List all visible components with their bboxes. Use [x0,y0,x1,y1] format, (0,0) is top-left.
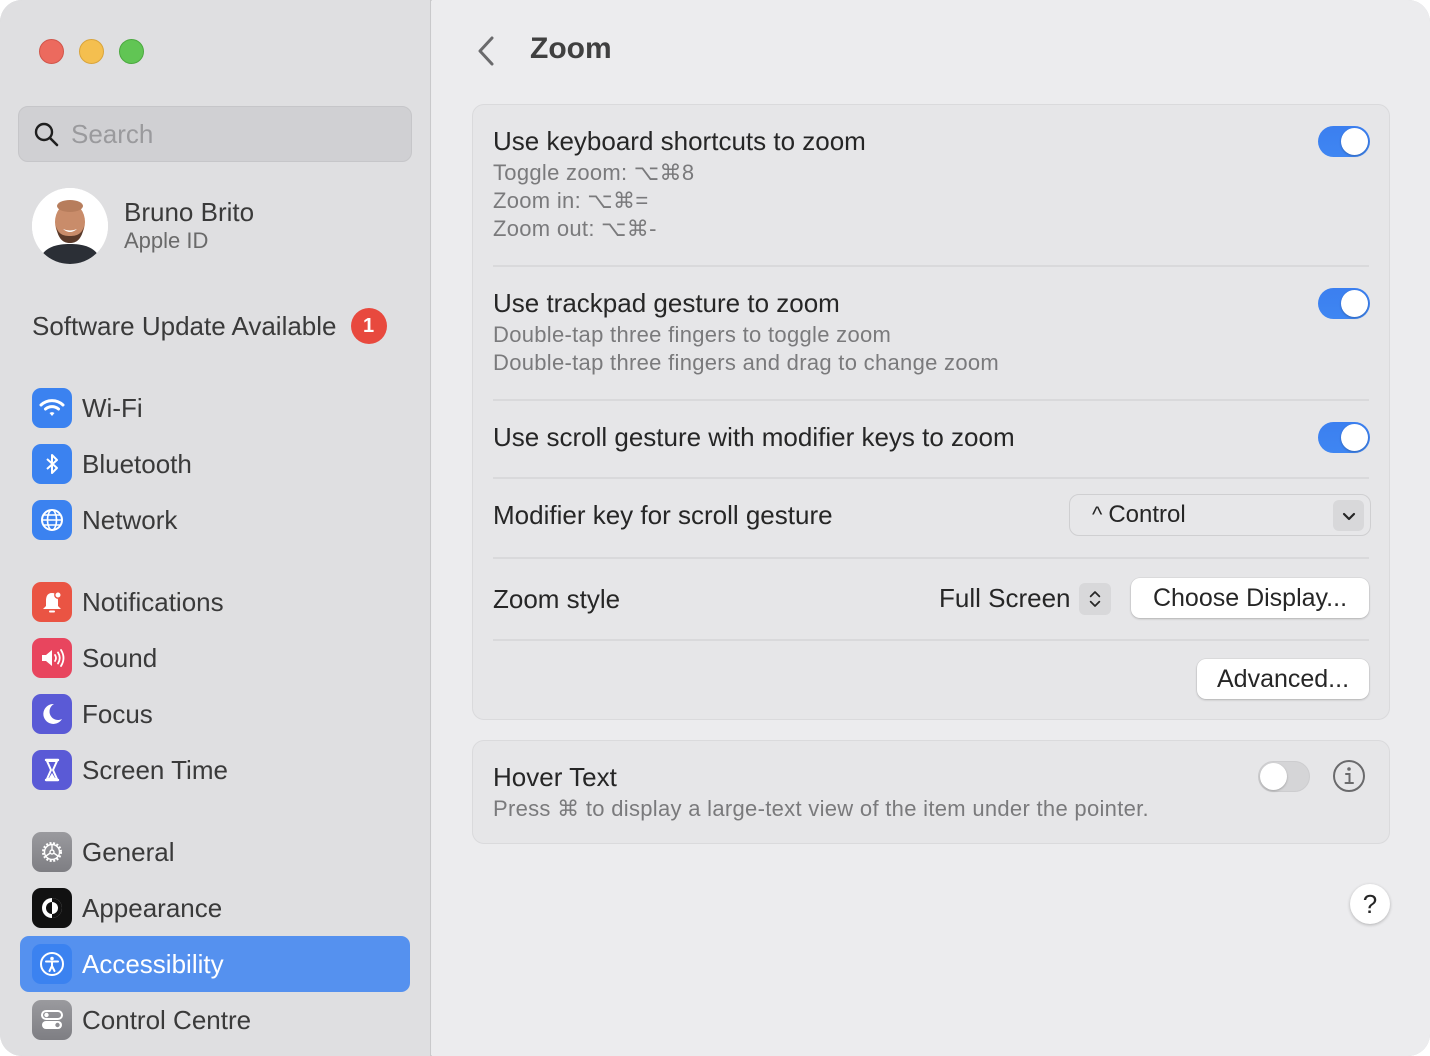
sidebar-search[interactable] [18,106,412,162]
software-update-label: Software Update Available [32,310,337,341]
gear-icon [32,832,72,872]
close-window-button[interactable] [39,39,64,64]
speaker-icon [32,638,72,678]
scroll-gesture-row: Use scroll gesture with modifier keys to… [493,421,1369,453]
search-icon [34,122,59,147]
sidebar-item-label: Notifications [82,586,224,617]
sidebar-item-sound[interactable]: Sound [20,630,410,686]
sidebar-item-accessibility[interactable]: Accessibility [20,936,410,992]
main-panel: Zoom Use keyboard shortcuts to zoom Togg… [432,0,1430,1056]
moon-icon [32,694,72,734]
appearance-icon [32,888,72,928]
control-centre-icon [32,1000,72,1040]
bluetooth-icon [32,444,72,484]
back-chevron-icon[interactable] [472,32,502,70]
trackpad-toggle-hint: Double-tap three fingers to toggle zoom [493,322,892,347]
sidebar-item-label: Accessibility [82,948,224,979]
modifier-key-popup[interactable]: ^ Control [1069,494,1371,536]
zoom-out-shortcut: Zoom out: ⌥⌘- [493,216,657,241]
sidebar-item-label: Wi-Fi [82,392,143,423]
trackpad-gesture-title: Use trackpad gesture to zoom [493,288,840,318]
sidebar-item-label: General [82,836,175,867]
up-down-chevron-icon [1089,591,1101,607]
hover-text-title: Hover Text [493,762,617,792]
sidebar-item-label: Screen Time [82,754,228,785]
sidebar-item-notifications[interactable]: Notifications [20,574,410,630]
hover-text-description: Press ⌘ to display a large-text view of … [493,796,1149,821]
avatar [32,188,108,264]
divider [493,477,1369,479]
trackpad-gesture-row: Use trackpad gesture to zoom Double-tap … [493,287,1369,377]
sidebar-item-control-centre[interactable]: Control Centre [20,992,410,1048]
system-settings-window: Bruno Brito Apple ID Software Update Ava… [0,0,1430,1056]
hourglass-icon [32,750,72,790]
sidebar-item-general[interactable]: General [20,824,410,880]
sidebar-item-label: Appearance [82,892,223,923]
sidebar-item-focus[interactable]: Focus [20,686,410,742]
wifi-icon [32,388,72,428]
hover-text-toggle[interactable] [1258,761,1310,792]
apple-id-profile[interactable]: Bruno Brito Apple ID [32,188,254,264]
search-input[interactable] [71,118,391,150]
update-count-badge: 1 [350,308,387,344]
info-icon[interactable] [1332,759,1366,793]
zoom-style-value[interactable]: Full Screen [939,583,1071,614]
divider [493,639,1369,641]
scroll-gesture-title: Use scroll gesture with modifier keys to… [493,422,1015,452]
sidebar-item-bluetooth[interactable]: Bluetooth [20,436,410,492]
trackpad-drag-hint: Double-tap three fingers and drag to cha… [493,350,1000,375]
keyboard-shortcuts-title: Use keyboard shortcuts to zoom [493,126,866,156]
control-key-glyph: ^ [1092,502,1103,527]
sidebar-item-wifi[interactable]: Wi-Fi [20,380,410,436]
divider [493,399,1369,401]
sidebar-item-screen-time[interactable]: Screen Time [20,742,410,798]
scroll-gesture-toggle[interactable] [1318,422,1370,453]
minimize-window-button[interactable] [79,39,104,64]
sidebar-item-label: Focus [82,698,153,729]
modifier-key-value: Control [1108,501,1186,528]
hover-text-card: Hover Text Press ⌘ to display a large-te… [472,740,1390,844]
zoom-in-shortcut: Zoom in: ⌥⌘= [493,188,649,213]
sidebar-item-label: Network [82,504,178,535]
zoom-options-card: Use keyboard shortcuts to zoom Toggle zo… [472,104,1390,720]
chevron-down-icon [1333,500,1364,531]
profile-subtitle: Apple ID [124,228,209,253]
help-button[interactable]: ? [1350,884,1390,924]
accessibility-icon [32,944,72,984]
software-update-item[interactable]: Software Update Available 1 [32,308,387,344]
page-title: Zoom [530,32,612,65]
keyboard-shortcuts-row: Use keyboard shortcuts to zoom Toggle zo… [493,125,1369,243]
toggle-zoom-shortcut: Toggle zoom: ⌥⌘8 [493,160,695,185]
advanced-button[interactable]: Advanced... [1197,659,1369,699]
sidebar-item-label: Control Centre [82,1004,252,1035]
bell-icon [32,582,72,622]
profile-name: Bruno Brito [124,197,255,227]
maximize-window-button[interactable] [119,39,144,64]
sidebar-item-label: Bluetooth [82,448,192,479]
sidebar-item-label: Sound [82,642,158,673]
sidebar: Bruno Brito Apple ID Software Update Ava… [0,0,431,1056]
choose-display-button[interactable]: Choose Display... [1131,578,1369,618]
zoom-style-stepper[interactable] [1079,583,1111,615]
sidebar-item-appearance[interactable]: Appearance [20,880,410,936]
traffic-lights [39,39,144,64]
divider [493,265,1369,267]
keyboard-shortcuts-toggle[interactable] [1318,126,1370,157]
globe-icon [32,500,72,540]
hover-text-row: Hover Text Press ⌘ to display a large-te… [493,761,1369,823]
divider [493,557,1369,559]
trackpad-gesture-toggle[interactable] [1318,288,1370,319]
sidebar-item-network[interactable]: Network [20,492,410,548]
